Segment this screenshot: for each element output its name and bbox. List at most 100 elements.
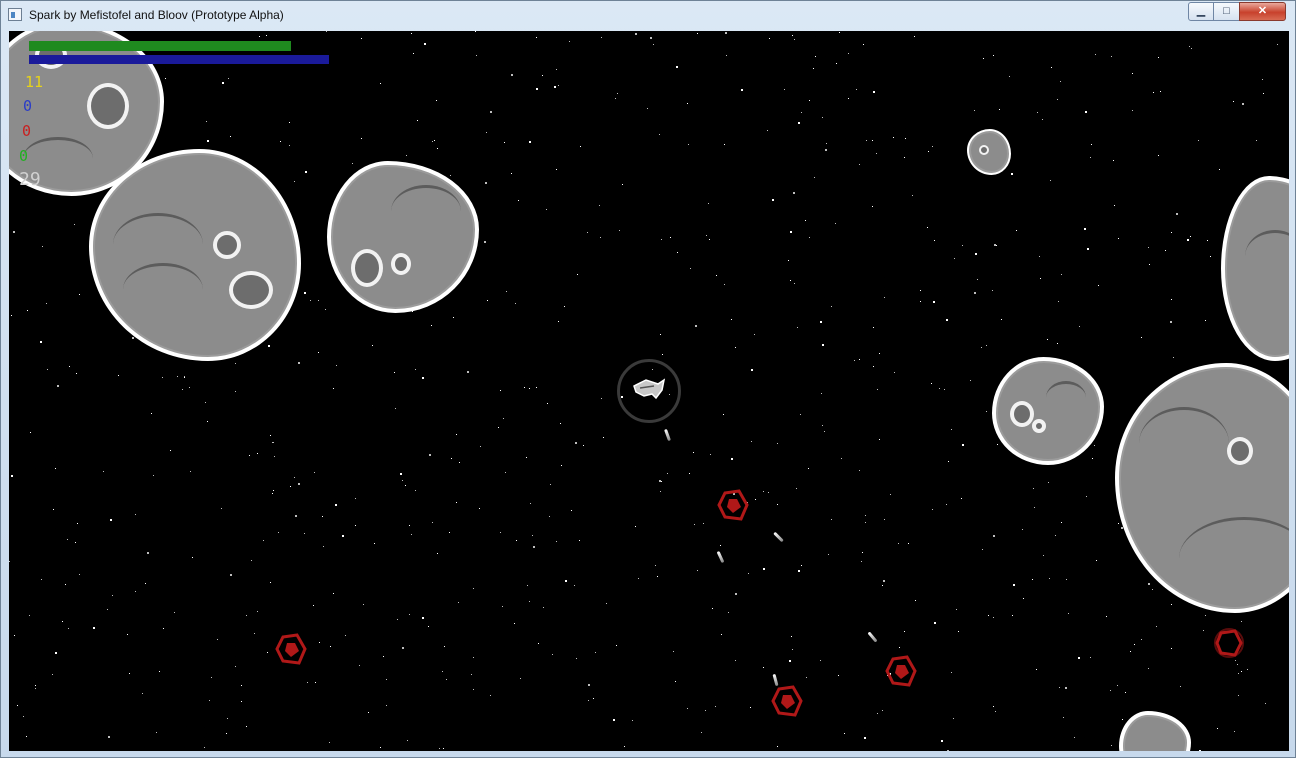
- star: [230, 574, 232, 576]
- star: [1074, 737, 1075, 738]
- star: [583, 445, 584, 446]
- star: [571, 510, 572, 511]
- star: [920, 301, 921, 302]
- star: [449, 532, 450, 533]
- star: [108, 736, 110, 738]
- star: [975, 253, 977, 255]
- star: [741, 89, 743, 91]
- star: [1050, 180, 1051, 181]
- star: [577, 274, 578, 275]
- star: [970, 380, 971, 381]
- star: [526, 457, 527, 458]
- star: [241, 701, 242, 702]
- star: [662, 354, 663, 355]
- star: [934, 622, 936, 624]
- star: [687, 103, 688, 104]
- star: [1156, 626, 1157, 627]
- star: [751, 369, 753, 371]
- star: [1048, 482, 1049, 483]
- star: [767, 130, 768, 131]
- star: [915, 600, 916, 601]
- star: [839, 32, 840, 33]
- star: [112, 595, 113, 596]
- star: [784, 89, 785, 90]
- star: [995, 711, 996, 712]
- maximize-button[interactable]: □: [1213, 2, 1240, 21]
- star: [793, 192, 795, 194]
- star: [446, 679, 447, 680]
- star: [1173, 357, 1174, 358]
- star: [844, 733, 845, 734]
- star: [1087, 248, 1089, 250]
- star: [79, 574, 80, 575]
- star: [789, 660, 791, 662]
- star: [1203, 630, 1204, 631]
- star: [405, 485, 406, 486]
- star: [372, 345, 373, 346]
- star: [676, 66, 678, 68]
- star: [484, 241, 486, 243]
- asteroid-crater: [391, 253, 411, 275]
- star: [561, 465, 562, 466]
- star: [329, 742, 330, 743]
- star: [511, 173, 512, 174]
- asteroid-crater: [229, 271, 273, 309]
- star: [1262, 79, 1263, 80]
- star: [1040, 278, 1041, 279]
- star: [529, 141, 531, 143]
- star: [1233, 101, 1234, 102]
- star: [883, 580, 885, 582]
- star: [912, 195, 913, 196]
- star: [503, 418, 504, 419]
- title-bar[interactable]: Spark by Mefistofel and Bloov (Prototype…: [1, 1, 1295, 30]
- star: [319, 642, 320, 643]
- star: [606, 603, 607, 604]
- star: [304, 533, 305, 534]
- star: [504, 142, 505, 143]
- star: [473, 588, 474, 589]
- star: [273, 490, 274, 491]
- star: [62, 621, 63, 622]
- game-canvas[interactable]: 11 0 0 0 29: [9, 31, 1289, 751]
- asteroid-crater: [351, 249, 383, 287]
- star: [958, 631, 959, 632]
- star: [529, 388, 530, 389]
- star: [956, 609, 957, 610]
- star: [1032, 579, 1033, 580]
- star: [406, 155, 407, 156]
- star: [961, 498, 962, 499]
- star: [755, 499, 756, 500]
- star: [687, 708, 688, 709]
- star: [47, 369, 48, 370]
- star: [132, 337, 134, 339]
- star: [981, 347, 982, 348]
- star: [394, 372, 395, 373]
- minimize-button[interactable]: ▁: [1188, 2, 1214, 21]
- star: [30, 432, 31, 433]
- star: [841, 458, 842, 459]
- star: [904, 631, 905, 632]
- close-button[interactable]: ✕: [1239, 2, 1286, 21]
- star: [796, 488, 797, 489]
- star: [235, 666, 236, 667]
- star: [848, 98, 849, 99]
- star: [820, 660, 821, 661]
- asteroid-ridge: [123, 263, 203, 316]
- star: [647, 108, 648, 109]
- star: [1085, 111, 1087, 113]
- star: [294, 477, 295, 478]
- star: [1098, 285, 1099, 286]
- star: [697, 570, 698, 571]
- star: [1001, 319, 1002, 320]
- star: [790, 231, 792, 233]
- star: [951, 672, 952, 673]
- star: [515, 303, 516, 304]
- star: [290, 486, 291, 487]
- star: [35, 688, 36, 689]
- star: [579, 540, 580, 541]
- star: [326, 31, 327, 32]
- star: [558, 85, 559, 86]
- star: [547, 403, 548, 404]
- star: [1235, 660, 1236, 661]
- star: [516, 540, 517, 541]
